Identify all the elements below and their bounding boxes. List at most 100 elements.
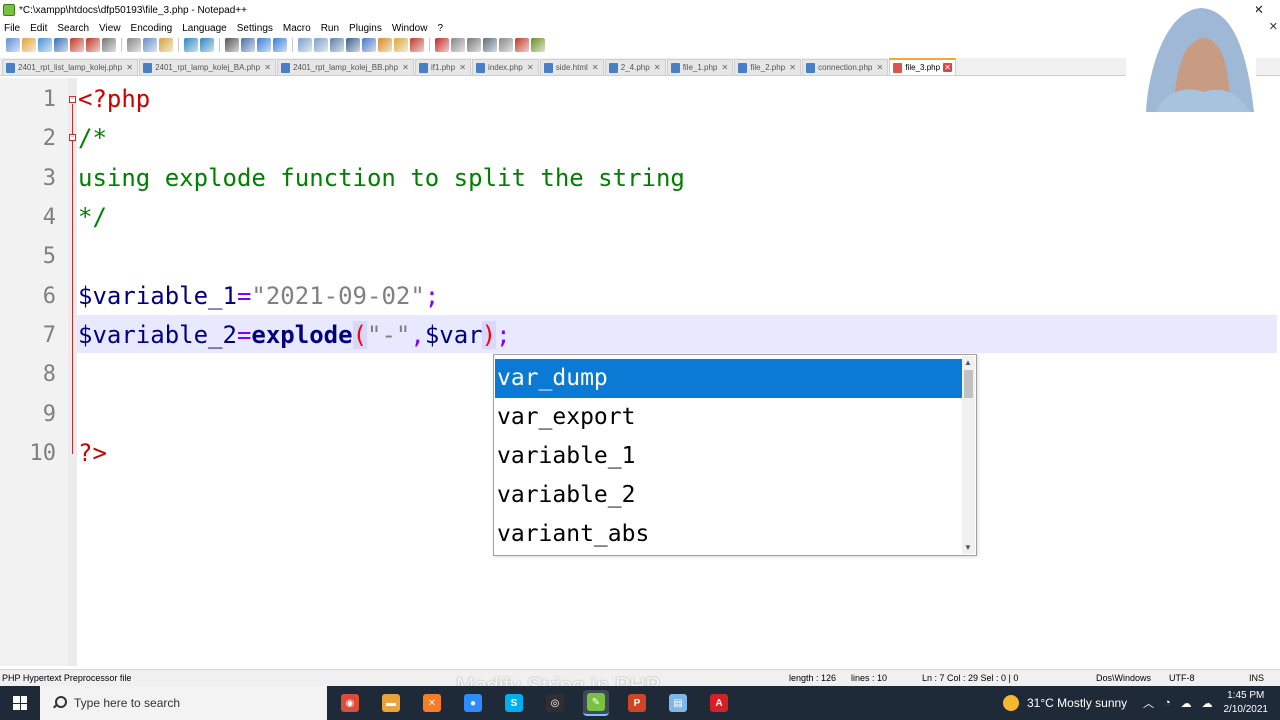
autocomplete-item[interactable]: variant_abs [495, 515, 963, 554]
menu-language[interactable]: Language [177, 23, 232, 34]
tab-file-1-php[interactable]: file_1.php ✕ [666, 59, 734, 75]
menu-search[interactable]: Search [52, 23, 94, 34]
undo-icon[interactable] [184, 38, 198, 52]
fold-collapse-icon[interactable]: − [69, 134, 76, 141]
status-position[interactable]: Ln : 7 Col : 29 Sel : 0 | 0 [922, 673, 1018, 683]
fold-collapse-icon[interactable]: − [69, 96, 76, 103]
close-icon[interactable] [70, 38, 84, 52]
tab-2401-rpt-list-lamp-kolej-php[interactable]: 2401_rpt_list_lamp_kolej.php ✕ [2, 59, 139, 75]
zoom-out-icon[interactable] [273, 38, 287, 52]
autocomplete-item[interactable]: variable_1 [495, 437, 963, 476]
open-file-icon[interactable] [22, 38, 36, 52]
indent-guide-icon[interactable] [362, 38, 376, 52]
chrome-icon[interactable]: ◉ [337, 690, 363, 716]
tab-2401-rpt-lamp-kolej-bb-php[interactable]: 2401_rpt_lamp_kolej_BB.php ✕ [277, 59, 415, 75]
scroll-down-icon[interactable]: ▼ [964, 543, 972, 552]
replace-icon[interactable] [241, 38, 255, 52]
code-line-7[interactable]: $variable_2=explode("-",$var); [78, 316, 511, 355]
copy-icon[interactable] [143, 38, 157, 52]
tab-2-4-php[interactable]: 2_4.php ✕ [604, 59, 666, 75]
tab-side-html[interactable]: side.html ✕ [539, 59, 604, 75]
tab-close-icon[interactable]: ✕ [263, 63, 272, 72]
save-all-icon[interactable] [54, 38, 68, 52]
xampp-icon[interactable]: ✕ [419, 690, 445, 716]
stop-macro-icon[interactable] [451, 38, 465, 52]
autocomplete-item[interactable]: var_export [495, 398, 963, 437]
paste-icon[interactable] [159, 38, 173, 52]
cut-icon[interactable] [127, 38, 141, 52]
cloud-icon[interactable]: ☁ [1202, 697, 1213, 710]
menu-window[interactable]: Window [387, 23, 433, 34]
tab-close-icon[interactable]: ✕ [875, 63, 884, 72]
acrobat-icon[interactable]: A [706, 690, 732, 716]
menu-settings[interactable]: Settings [232, 23, 278, 34]
code-line-1[interactable]: <?php [78, 80, 150, 119]
sync-h-icon[interactable] [314, 38, 328, 52]
powerpoint-icon[interactable]: P [624, 690, 650, 716]
tab-close-icon[interactable]: ✕ [458, 63, 467, 72]
play-macro-icon[interactable] [467, 38, 481, 52]
menu-run[interactable]: Run [316, 23, 344, 34]
notepad-icon[interactable]: ▤ [665, 690, 691, 716]
record-macro-icon[interactable] [435, 38, 449, 52]
wifi-icon[interactable]: ◔ [1164, 697, 1171, 709]
status-eol[interactable]: Dos\Windows [1096, 673, 1151, 683]
menu-plugins[interactable]: Plugins [344, 23, 387, 34]
notepadpp-icon[interactable]: ✎ [583, 690, 609, 716]
menu-macro[interactable]: Macro [278, 23, 316, 34]
weather-widget[interactable]: 31°C Mostly sunny [1003, 686, 1127, 720]
autocomplete-scrollbar[interactable]: ▲ ▼ [962, 356, 975, 554]
run-macro-icon[interactable] [483, 38, 497, 52]
show-all-icon[interactable] [346, 38, 360, 52]
menu-edit[interactable]: Edit [25, 23, 52, 34]
tab-connection-php[interactable]: connection.php ✕ [802, 59, 889, 75]
menu-view[interactable]: View [94, 23, 126, 34]
clock[interactable]: 1:45 PM 2/10/2021 [1224, 689, 1269, 717]
tab-file-2-php[interactable]: file_2.php ✕ [734, 59, 802, 75]
code-line-4[interactable]: */ [78, 198, 107, 237]
autocomplete-item[interactable]: variable_2 [495, 476, 963, 515]
new-file-icon[interactable] [6, 38, 20, 52]
tab-close-icon[interactable]: ✕ [720, 63, 729, 72]
sync-v-icon[interactable] [298, 38, 312, 52]
tab-2401-rpt-lamp-kolej-ba-php[interactable]: 2401_rpt_lamp_kolej_BA.php ✕ [139, 59, 277, 75]
file-explorer-icon[interactable]: ▬ [378, 690, 404, 716]
tab-close-icon[interactable]: ✕ [526, 63, 535, 72]
close-all-icon[interactable] [86, 38, 100, 52]
folder-workspace-icon[interactable] [410, 38, 424, 52]
menu-encoding[interactable]: Encoding [126, 23, 178, 34]
scroll-up-icon[interactable]: ▲ [964, 358, 972, 367]
code-line-3[interactable]: using explode function to split the stri… [78, 159, 685, 198]
menu-file[interactable]: File [0, 23, 25, 34]
tab-close-icon[interactable]: ✕ [943, 63, 953, 72]
autocomplete-item[interactable]: var_dump [495, 359, 963, 398]
redo-icon[interactable] [200, 38, 214, 52]
autocomplete-popup[interactable]: var_dump var_export variable_1 variable_… [493, 354, 977, 556]
tab-close-icon[interactable]: ✕ [591, 63, 600, 72]
status-encoding[interactable]: UTF-8 [1169, 673, 1195, 683]
save-icon[interactable] [38, 38, 52, 52]
tab-index-php[interactable]: index.php ✕ [472, 59, 539, 75]
spell-check-icon[interactable] [515, 38, 529, 52]
code-line-10[interactable]: ?> [78, 434, 107, 473]
tab-file-3-php[interactable]: file_3.php ✕ [889, 58, 957, 75]
print-icon[interactable] [102, 38, 116, 52]
wrap-icon[interactable] [330, 38, 344, 52]
function-list-icon[interactable] [394, 38, 408, 52]
tab-close-icon[interactable]: ✕ [401, 63, 410, 72]
skype-icon[interactable]: S [501, 690, 527, 716]
taskbar-search[interactable]: Type here to search [40, 686, 327, 720]
scroll-thumb[interactable] [964, 370, 973, 398]
zoom-icon[interactable]: ● [460, 690, 486, 716]
code-line-2[interactable]: /* [78, 119, 107, 158]
menu-help[interactable]: ? [432, 23, 448, 34]
code-line-6[interactable]: $variable_1="2021-09-02"; [78, 277, 439, 316]
tab-close-icon[interactable]: ✕ [125, 63, 134, 72]
plugin-icon[interactable] [531, 38, 545, 52]
tab-close-icon[interactable]: ✕ [788, 63, 797, 72]
doc-map-icon[interactable] [378, 38, 392, 52]
chevron-up-icon[interactable]: ︿ [1143, 695, 1154, 711]
onedrive-icon[interactable]: ☁ [1181, 697, 1192, 710]
find-icon[interactable] [225, 38, 239, 52]
save-macro-icon[interactable] [499, 38, 513, 52]
